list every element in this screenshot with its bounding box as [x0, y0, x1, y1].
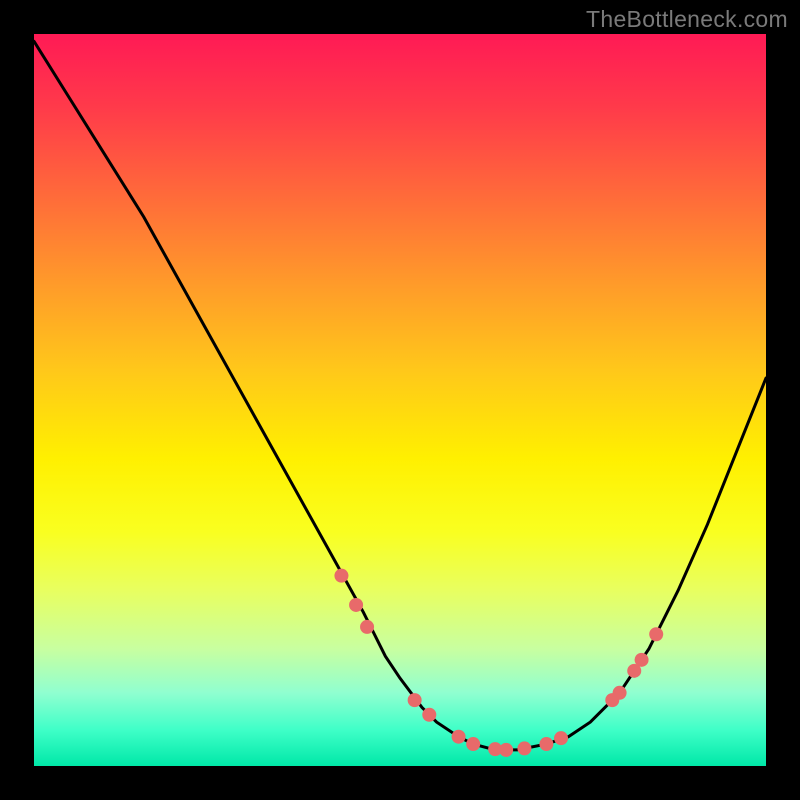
marker-dot: [539, 737, 553, 751]
marker-dot: [360, 620, 374, 634]
marker-dot: [408, 693, 422, 707]
marker-dot: [466, 737, 480, 751]
marker-dot: [499, 743, 513, 757]
chart-frame: TheBottleneck.com: [0, 0, 800, 800]
curve-line: [34, 41, 766, 750]
chart-overlay: [0, 0, 800, 800]
marker-dot: [349, 598, 363, 612]
marker-dot: [452, 730, 466, 744]
marker-dot: [334, 569, 348, 583]
marker-dot: [613, 686, 627, 700]
marker-dot: [422, 708, 436, 722]
marker-dot: [517, 741, 531, 755]
marker-dot: [554, 731, 568, 745]
marker-dot: [649, 627, 663, 641]
marker-dot: [635, 653, 649, 667]
